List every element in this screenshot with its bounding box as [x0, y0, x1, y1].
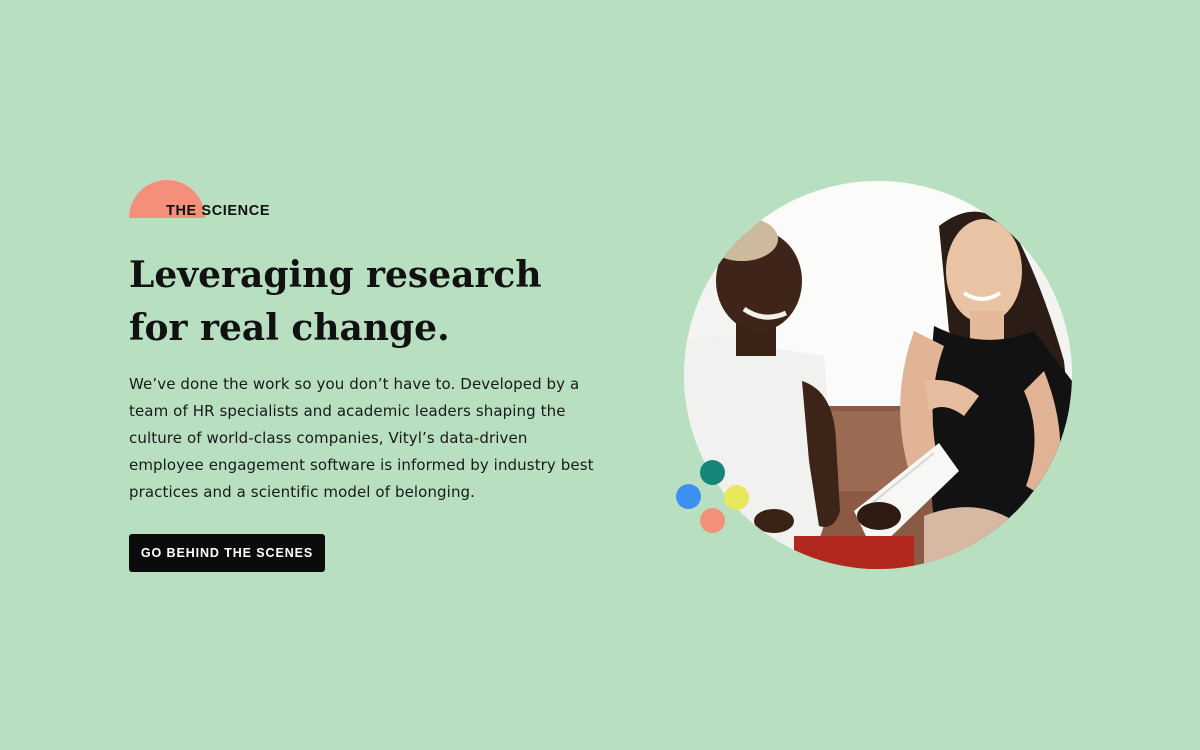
go-behind-the-scenes-button[interactable]: GO BEHIND THE SCENES — [129, 534, 325, 572]
eyebrow-label: THE SCIENCE — [166, 203, 271, 219]
eyebrow: THE SCIENCE — [129, 180, 349, 218]
yellow-dot-icon — [724, 485, 749, 510]
teal-dot-icon — [700, 460, 725, 485]
blue-dot-icon — [676, 484, 701, 509]
section-headline: Leveraging research for real change. — [129, 249, 599, 355]
headline-line-1: Leveraging research — [129, 254, 542, 296]
science-section: THE SCIENCE Leveraging research for real… — [0, 0, 1200, 750]
headline-line-2: for real change. — [129, 307, 450, 349]
section-body-text: We’ve done the work so you don’t have to… — [129, 375, 594, 501]
colored-dots-decoration — [672, 458, 752, 538]
coral-dot-icon — [700, 508, 725, 533]
